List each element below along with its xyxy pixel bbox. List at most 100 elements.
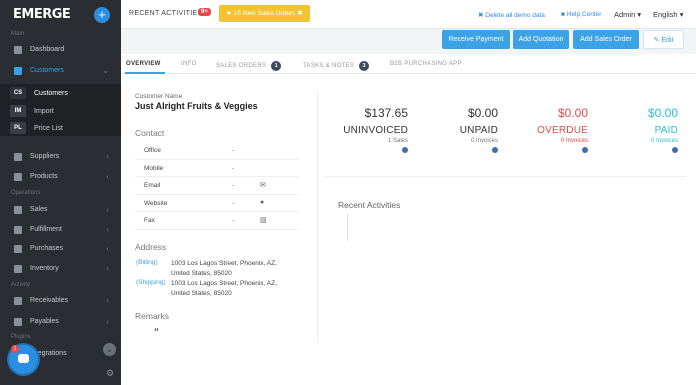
delete-demo-label: Delete all demo data bbox=[485, 12, 545, 19]
chevron-left-icon: ‹ bbox=[106, 296, 109, 305]
nav-label: Suppliers bbox=[30, 153, 60, 160]
fax-icon[interactable]: ▧ bbox=[260, 216, 267, 224]
edit-label: Edit bbox=[661, 37, 674, 44]
nav-label: Sales bbox=[30, 206, 48, 213]
section-label-main: Main bbox=[11, 31, 25, 37]
stat-amount: $0.00 bbox=[647, 106, 678, 120]
address-line: 1003 Los Lagos Street, Phoenix, AZ, bbox=[171, 260, 277, 267]
quote-icon: “ bbox=[154, 327, 159, 338]
tab-label: B2B PURCHASING APP bbox=[390, 61, 462, 67]
trash-icon: ✖ bbox=[478, 12, 484, 19]
address-line: United States, 85020 bbox=[171, 270, 232, 277]
subnav-import[interactable]: IM Import bbox=[10, 104, 54, 118]
nav-products[interactable]: Products ‹ bbox=[0, 167, 121, 186]
notification-badge: 9+ bbox=[198, 8, 211, 16]
subnav-abbr: PL bbox=[10, 122, 26, 134]
users-icon bbox=[14, 66, 22, 75]
stat-paid: $0.00 PAID 0 Invoices bbox=[598, 106, 678, 155]
receivables-icon bbox=[14, 296, 22, 305]
tab-info[interactable]: INFO bbox=[181, 61, 197, 67]
info-icon[interactable] bbox=[492, 147, 498, 153]
globe-icon[interactable]: ● bbox=[260, 199, 264, 206]
tab-tasks-notes[interactable]: TASKS & NOTES 3 bbox=[303, 61, 370, 71]
tab-label: OVERVIEW bbox=[126, 61, 161, 67]
box-icon bbox=[14, 225, 22, 234]
chevron-left-icon: ‹ bbox=[106, 205, 109, 214]
nav-dashboard[interactable]: Dashboard bbox=[0, 40, 121, 59]
tab-overview[interactable]: OVERVIEW bbox=[126, 61, 161, 67]
chevron-left-icon: ‹ bbox=[106, 244, 109, 253]
chat-badge: 1 bbox=[11, 345, 19, 353]
help-center-label: Help Center bbox=[566, 11, 602, 18]
nav-customers[interactable]: Customers ⌄ bbox=[0, 61, 121, 80]
help-center-link[interactable]: ■ Help Center bbox=[561, 11, 601, 18]
table-row: Website - ● bbox=[135, 195, 299, 212]
edit-button[interactable]: ✎ Edit bbox=[643, 30, 684, 49]
contact-key: Fax bbox=[144, 217, 155, 224]
nav-label: Fulfillment bbox=[30, 226, 62, 233]
nav-purchases[interactable]: Purchases ‹ bbox=[0, 239, 121, 258]
nav-label: Inventory bbox=[30, 265, 59, 272]
tab-bar: OVERVIEW INFO SALES ORDERS 1 TASKS & NOT… bbox=[121, 54, 696, 74]
tab-sales-orders[interactable]: SALES ORDERS 1 bbox=[216, 61, 282, 71]
stat-label: PAID bbox=[654, 125, 678, 136]
nav-receivables[interactable]: Receivables ‹ bbox=[0, 291, 121, 310]
shipping-label: (Shipping) bbox=[136, 279, 166, 286]
chevron-left-icon: ‹ bbox=[106, 225, 109, 234]
contact-table: Office - Mobile - Email - ✉ Website - ● … bbox=[135, 142, 299, 230]
language-menu[interactable]: English ▾ bbox=[653, 10, 683, 19]
subnav-label: Customers bbox=[34, 89, 68, 97]
subnav-price-list[interactable]: PL Price List bbox=[10, 121, 63, 135]
stat-label: OVERDUE bbox=[537, 125, 588, 136]
close-icon[interactable]: ✖ bbox=[297, 10, 302, 17]
billing-address: 1003 Los Lagos Street, Phoenix, AZ, Unit… bbox=[171, 259, 277, 279]
address-line: 1003 Los Lagos Street, Phoenix, AZ, bbox=[171, 280, 277, 287]
tab-b2b-purchasing-app[interactable]: B2B PURCHASING APP bbox=[390, 61, 462, 67]
stat-label: UNINVOICED bbox=[343, 125, 408, 136]
table-row: Mobile - bbox=[135, 160, 299, 177]
contact-value: - bbox=[232, 217, 235, 224]
subnav-abbr: CS bbox=[10, 87, 26, 99]
user-menu[interactable]: Admin ▾ bbox=[614, 10, 641, 19]
inventory-icon bbox=[14, 264, 22, 273]
section-label-plugins: Plugins bbox=[11, 334, 31, 340]
chevron-left-icon: ‹ bbox=[106, 152, 109, 161]
cart-icon bbox=[14, 244, 22, 253]
gear-icon[interactable]: ⚙ bbox=[106, 368, 114, 379]
active-tab-indicator bbox=[125, 72, 165, 74]
nav-label: Customers bbox=[30, 67, 64, 74]
billing-label: (Billing) bbox=[136, 259, 158, 266]
add-sales-order-button[interactable]: Add Sales Order bbox=[573, 30, 639, 49]
nav-payables[interactable]: Payables ‹ bbox=[0, 312, 121, 331]
pencil-icon: ✎ bbox=[653, 37, 660, 44]
nav-suppliers[interactable]: Suppliers ‹ bbox=[0, 147, 121, 166]
nav-sales[interactable]: Sales ‹ bbox=[0, 200, 121, 219]
delete-demo-data-link[interactable]: ✖ Delete all demo data bbox=[478, 11, 545, 19]
recent-activities-link[interactable]: RECENT ACTIVITIES bbox=[129, 10, 202, 17]
sales-icon bbox=[14, 205, 22, 214]
stat-label: UNPAID bbox=[459, 125, 498, 136]
info-icon[interactable] bbox=[672, 147, 678, 153]
nav-label: Purchases bbox=[30, 245, 64, 252]
table-row: Fax - ▧ bbox=[135, 212, 299, 230]
stat-amount: $0.00 bbox=[557, 106, 588, 120]
info-icon[interactable] bbox=[402, 147, 408, 153]
info-icon[interactable] bbox=[582, 147, 588, 153]
brand-logo: EMERGE bbox=[13, 7, 71, 22]
new-sales-orders-notice[interactable]: ★ 15 New Sales Orders ✖ bbox=[219, 5, 310, 22]
nav-fulfillment[interactable]: Fulfillment ‹ bbox=[0, 220, 121, 239]
receive-payment-button[interactable]: Receive Payment bbox=[442, 30, 510, 49]
nav-inventory[interactable]: Inventory ‹ bbox=[0, 259, 121, 278]
section-label-operations: Operations bbox=[11, 190, 41, 196]
subnav-label: Price List bbox=[34, 124, 63, 132]
quick-add-button[interactable]: + bbox=[94, 7, 110, 23]
envelope-icon[interactable]: ✉ bbox=[260, 181, 266, 189]
contact-key: Mobile bbox=[144, 164, 164, 172]
help-icon: ■ bbox=[561, 11, 565, 18]
tab-label: SALES ORDERS bbox=[216, 63, 267, 69]
subnav-customers[interactable]: CS Customers bbox=[10, 86, 68, 100]
nav-label: Products bbox=[30, 173, 58, 180]
collapse-icon[interactable]: ⌄ bbox=[103, 343, 116, 356]
add-quotation-button[interactable]: Add Quotation bbox=[513, 30, 569, 49]
language-label: English bbox=[653, 10, 678, 19]
